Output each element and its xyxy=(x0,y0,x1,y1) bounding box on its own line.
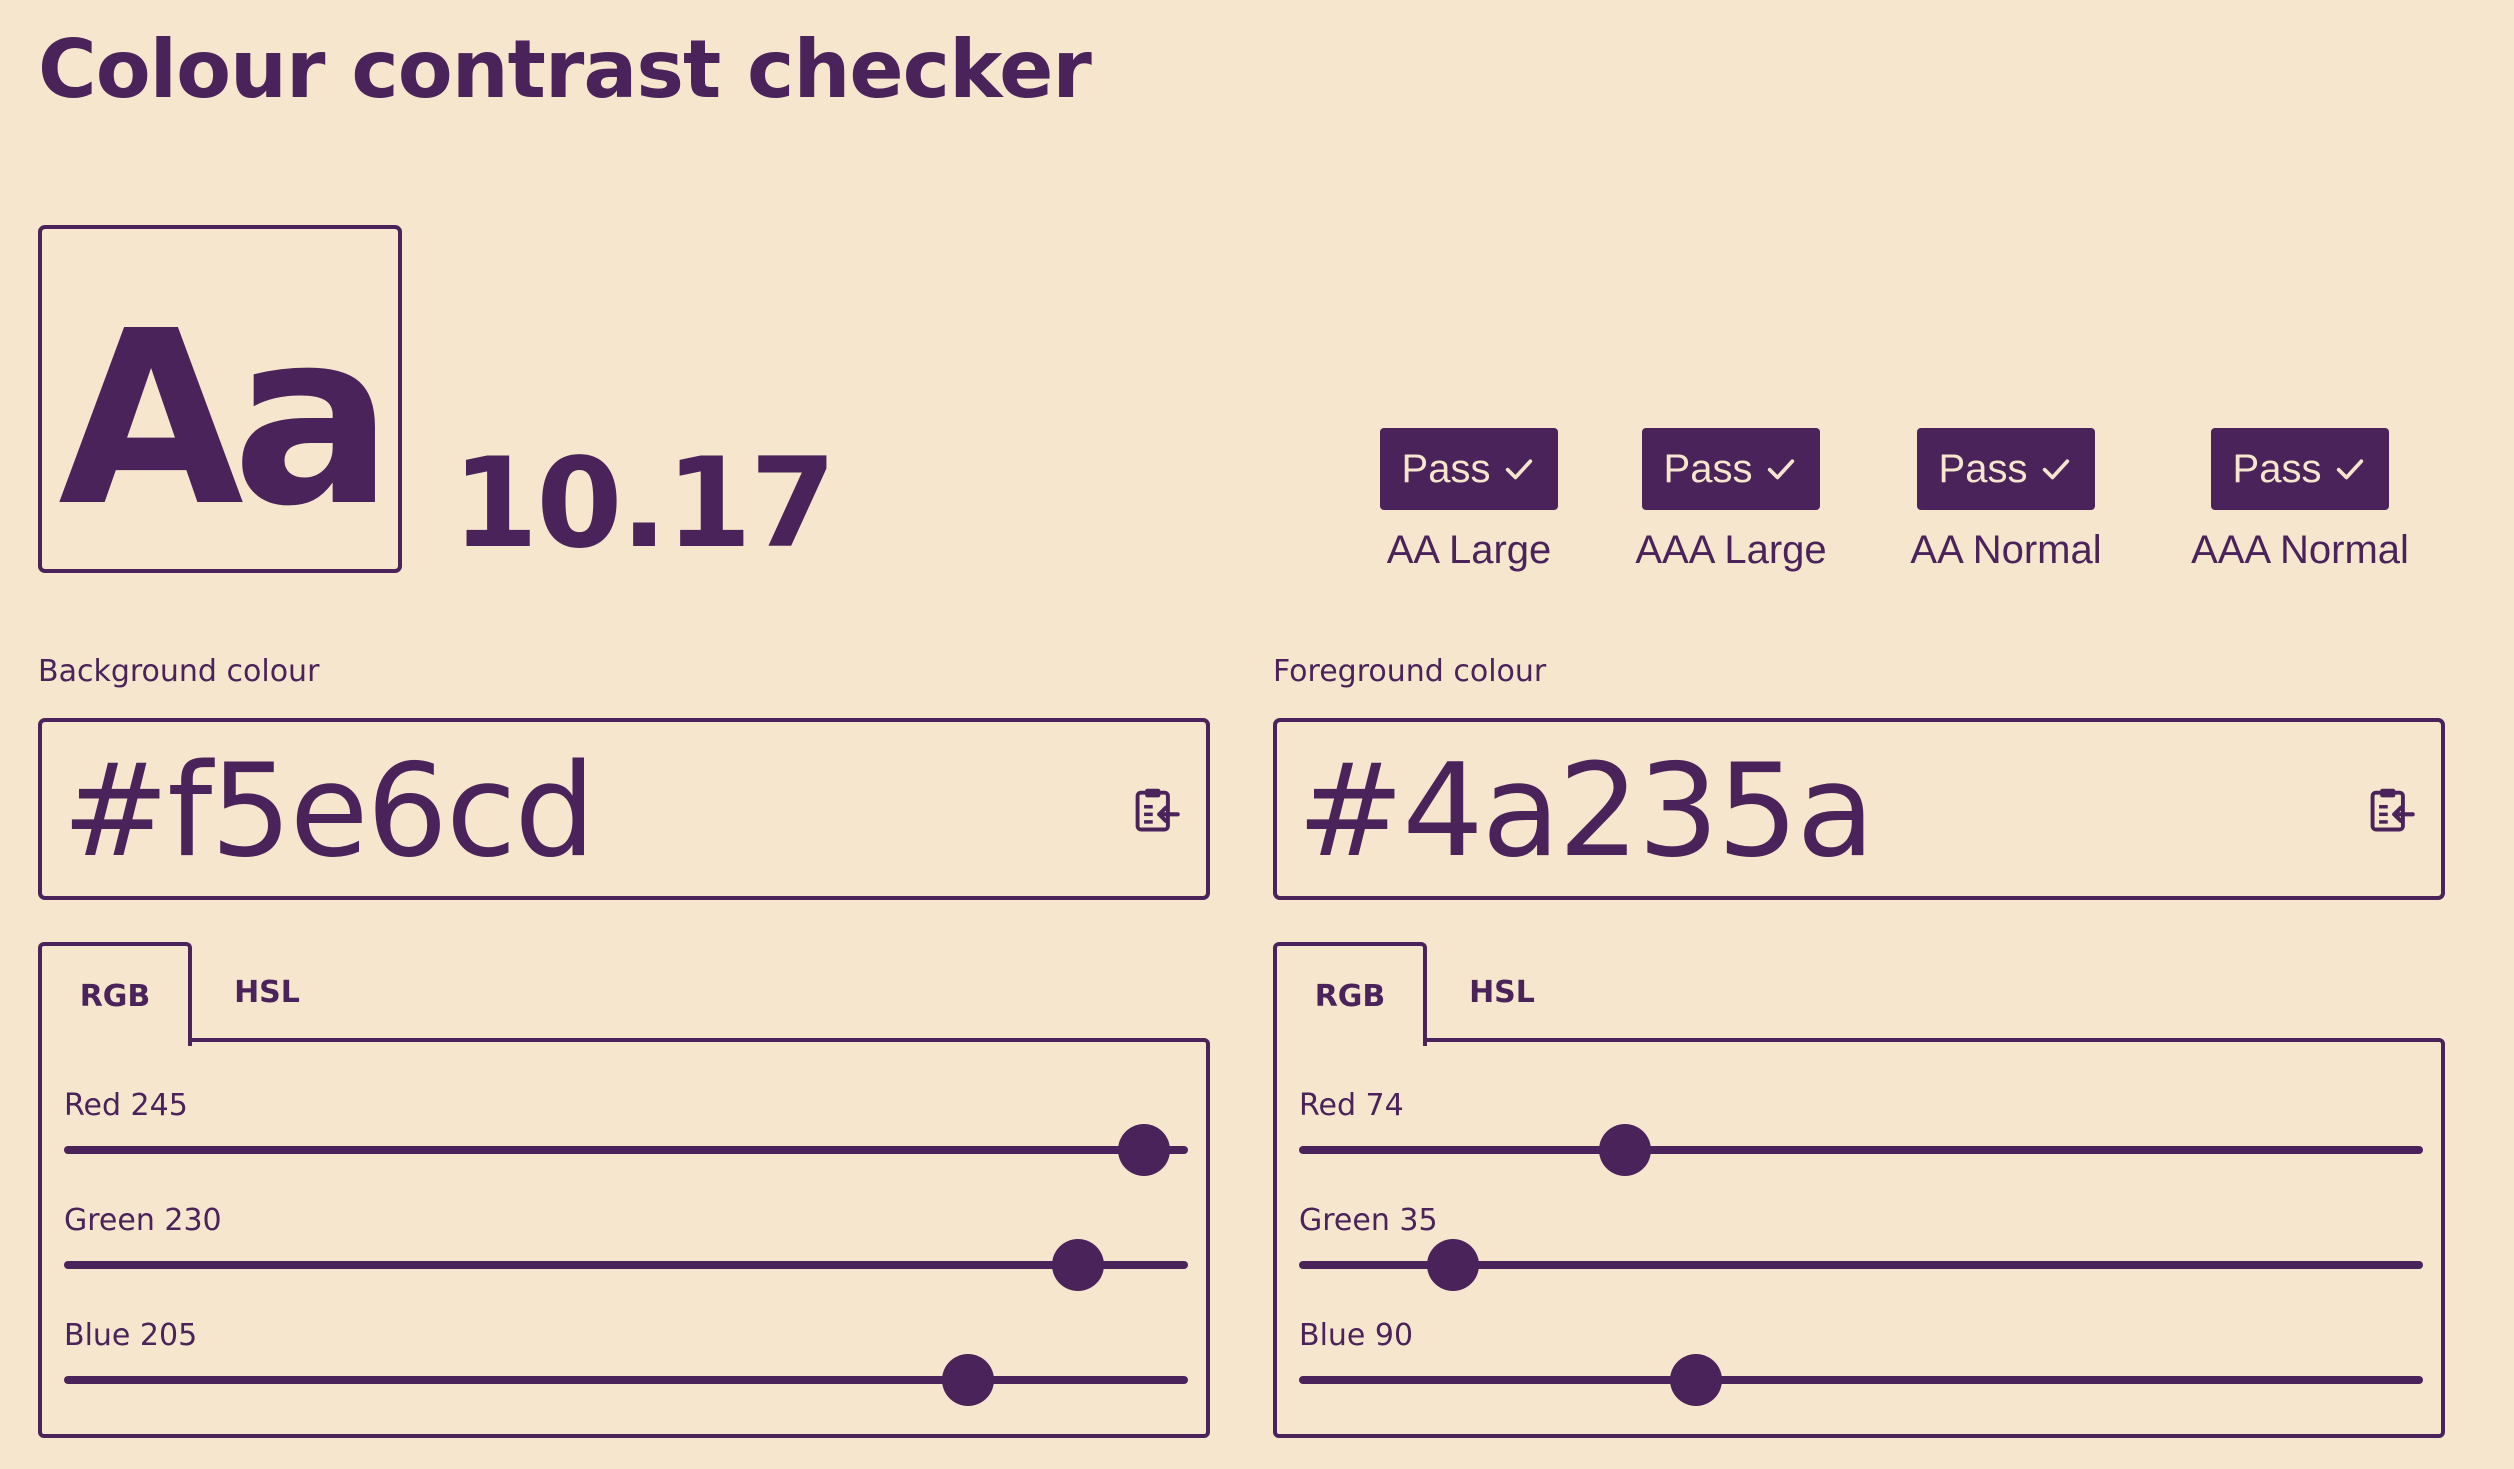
badge-text: Pass xyxy=(1938,446,2028,491)
foreground-rgb-panel: Red 74 Green 35 Blue 90 xyxy=(1273,1038,2445,1438)
contrast-ratio: 10.17 xyxy=(452,432,836,576)
background-hex-field xyxy=(38,718,1210,900)
pass-badge: Pass xyxy=(1917,428,2095,510)
badge-text: Pass xyxy=(2232,446,2322,491)
background-tabs: RGB HSL xyxy=(38,942,342,1046)
slider-thumb[interactable] xyxy=(1052,1239,1104,1291)
check-icon xyxy=(2337,459,2364,480)
text-sample-preview: Aa xyxy=(38,225,402,573)
result-level-label: AA Normal xyxy=(1910,528,2102,572)
slider-label: Red 74 xyxy=(1299,1088,1404,1123)
slider-label: Green 35 xyxy=(1299,1203,1438,1238)
paste-icon[interactable] xyxy=(2365,784,2417,836)
result-level-label: AAA Large xyxy=(1635,528,1827,572)
foreground-green-slider: Green 35 xyxy=(1299,1201,2423,1291)
tab-hsl[interactable]: HSL xyxy=(1427,942,1577,1042)
slider-track[interactable] xyxy=(64,1376,1188,1384)
tab-rgb[interactable]: RGB xyxy=(1273,942,1427,1046)
check-icon xyxy=(2043,459,2070,480)
result-level-label: AA Large xyxy=(1386,528,1552,572)
foreground-blue-slider: Blue 90 xyxy=(1299,1316,2423,1406)
slider-thumb[interactable] xyxy=(1427,1239,1479,1291)
slider-label: Green 230 xyxy=(64,1203,222,1238)
slider-label: Red 245 xyxy=(64,1088,188,1123)
page-title: Colour contrast checker xyxy=(38,23,1092,116)
slider-thumb[interactable] xyxy=(1118,1124,1170,1176)
slider-track[interactable] xyxy=(64,1146,1188,1154)
result-level-label: AAA Normal xyxy=(2191,528,2409,572)
badge-text: Pass xyxy=(1663,446,1753,491)
wcag-results: Pass AA Large Pass AAA Large Pass AA Nor… xyxy=(1380,428,2409,573)
slider-track[interactable] xyxy=(1299,1376,2423,1384)
slider-thumb[interactable] xyxy=(1599,1124,1651,1176)
pass-badge: Pass xyxy=(1642,428,1820,510)
foreground-hex-input[interactable] xyxy=(1297,736,2297,886)
tab-hsl[interactable]: HSL xyxy=(192,942,342,1042)
background-hex-input[interactable] xyxy=(62,736,1062,886)
foreground-hex-field xyxy=(1273,718,2445,900)
pass-badge: Pass xyxy=(1380,428,1558,510)
badge-text: Pass xyxy=(1401,446,1491,491)
background-rgb-panel: Red 245 Green 230 Blue 205 xyxy=(38,1038,1210,1438)
background-colour-section: Background colour RGB HSL Red 245 Green … xyxy=(38,652,1210,1438)
background-colour-label: Background colour xyxy=(38,654,320,689)
background-green-slider: Green 230 xyxy=(64,1201,1188,1291)
tab-rgb[interactable]: RGB xyxy=(38,942,192,1046)
background-red-slider: Red 245 xyxy=(64,1086,1188,1176)
paste-icon[interactable] xyxy=(1130,784,1182,836)
slider-label: Blue 90 xyxy=(1299,1318,1414,1353)
check-icon xyxy=(1506,459,1533,480)
result-aaa-normal: Pass AAA Normal xyxy=(2191,428,2409,573)
foreground-colour-section: Foreground colour RGB HSL Red 74 Green 3… xyxy=(1273,652,2445,1438)
result-aaa-large: Pass AAA Large xyxy=(1635,428,1827,573)
slider-track[interactable] xyxy=(64,1261,1188,1269)
foreground-colour-label: Foreground colour xyxy=(1273,654,1547,689)
sample-text: Aa xyxy=(58,279,394,559)
result-aa-normal: Pass AA Normal xyxy=(1910,428,2102,573)
slider-thumb[interactable] xyxy=(1670,1354,1722,1406)
check-icon xyxy=(1768,459,1795,480)
slider-thumb[interactable] xyxy=(942,1354,994,1406)
result-aa-large: Pass AA Large xyxy=(1380,428,1558,573)
pass-badge: Pass xyxy=(2211,428,2389,510)
slider-label: Blue 205 xyxy=(64,1318,198,1353)
foreground-red-slider: Red 74 xyxy=(1299,1086,2423,1176)
slider-track[interactable] xyxy=(1299,1146,2423,1154)
foreground-tabs: RGB HSL xyxy=(1273,942,1577,1046)
background-blue-slider: Blue 205 xyxy=(64,1316,1188,1406)
